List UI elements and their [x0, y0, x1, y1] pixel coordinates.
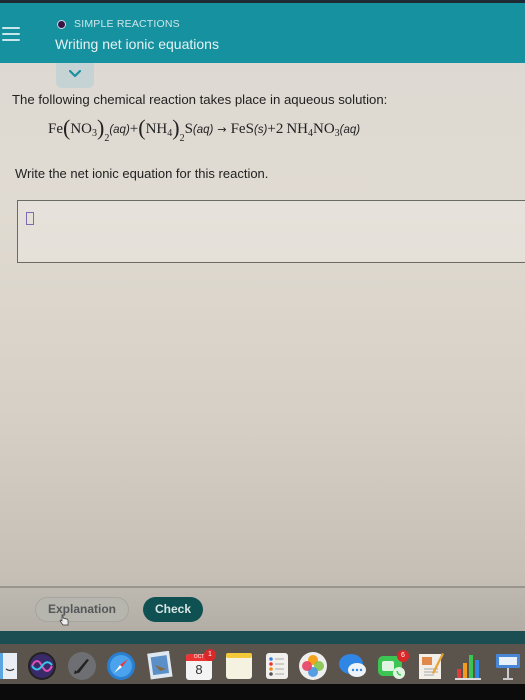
- question-intro: The following chemical reaction takes pl…: [12, 92, 388, 107]
- explanation-button[interactable]: Explanation: [35, 597, 129, 622]
- facetime-icon[interactable]: 6: [377, 650, 409, 681]
- eq-fe: Fe: [48, 121, 63, 137]
- eq-coef: 2: [275, 121, 284, 137]
- eq-nh: NH: [286, 121, 308, 137]
- eq-fes: FeS: [230, 121, 254, 137]
- page-title: Writing net ionic equations: [55, 36, 219, 52]
- siri-icon[interactable]: [27, 651, 57, 681]
- screen-bezel: [0, 684, 525, 700]
- eq-sub: 2: [179, 133, 185, 144]
- facetime-badge: 6: [397, 650, 409, 662]
- header-bar: SIMPLE REACTIONS Writing net ionic equat…: [0, 3, 525, 63]
- messages-icon[interactable]: [338, 651, 368, 681]
- hamburger-menu-icon[interactable]: [2, 27, 20, 43]
- hand-pointer-icon: [59, 614, 69, 626]
- compass-icon[interactable]: [106, 651, 136, 681]
- input-placeholder-box-icon[interactable]: [26, 212, 34, 225]
- section-dot-icon: [57, 19, 66, 29]
- rocket-icon[interactable]: [67, 651, 97, 681]
- calendar-icon[interactable]: OCT 8 1: [184, 649, 216, 681]
- eq-sub: 2: [104, 133, 110, 144]
- eq-state: (aq): [109, 124, 130, 136]
- check-button[interactable]: Check: [143, 597, 203, 622]
- pages-icon[interactable]: [416, 651, 446, 681]
- eq-paren: (: [63, 115, 71, 140]
- keynote-icon[interactable]: [493, 651, 523, 681]
- calendar-badge: 1: [204, 649, 216, 661]
- numbers-icon[interactable]: [453, 651, 483, 681]
- eq-s: S: [184, 121, 193, 137]
- eq-nh: NH: [145, 121, 168, 137]
- eq-state: (s): [253, 124, 268, 136]
- eq-paren: ): [97, 115, 105, 140]
- eq-paren: (: [138, 115, 146, 140]
- eq-plus: +: [267, 121, 276, 137]
- notes-icon[interactable]: [224, 651, 254, 681]
- reminders-icon[interactable]: [262, 651, 292, 681]
- eq-sub: 4: [308, 128, 313, 139]
- question-prompt: Write the net ionic equation for this re…: [15, 166, 269, 181]
- eq-state: (aq): [339, 124, 361, 136]
- answer-input[interactable]: [17, 200, 525, 263]
- eq-no: NO: [70, 121, 92, 137]
- collapse-toggle[interactable]: [56, 63, 94, 88]
- finder-icon[interactable]: [0, 651, 18, 681]
- eq-sub: 3: [334, 128, 340, 139]
- screen: SIMPLE REACTIONS Writing net ionic equat…: [0, 0, 525, 700]
- section-label: SIMPLE REACTIONS: [57, 18, 180, 30]
- photos-icon[interactable]: [298, 651, 328, 681]
- calendar-day: 8: [195, 662, 203, 677]
- eq-state: (aq): [192, 124, 214, 136]
- reaction-arrow-icon: →: [217, 123, 227, 136]
- section-name: SIMPLE REACTIONS: [74, 18, 180, 30]
- chevron-down-icon: [69, 70, 81, 78]
- eq-plus: +: [129, 121, 139, 137]
- chemical-equation: Fe ( NO 3 ) 2 (aq) + ( NH 4 ) 2 S (aq) →…: [48, 115, 361, 145]
- eq-paren: ): [172, 115, 180, 140]
- mail-eagle-icon[interactable]: [146, 651, 176, 681]
- window-bottom-strip: [0, 631, 525, 645]
- eq-no: NO: [313, 121, 335, 137]
